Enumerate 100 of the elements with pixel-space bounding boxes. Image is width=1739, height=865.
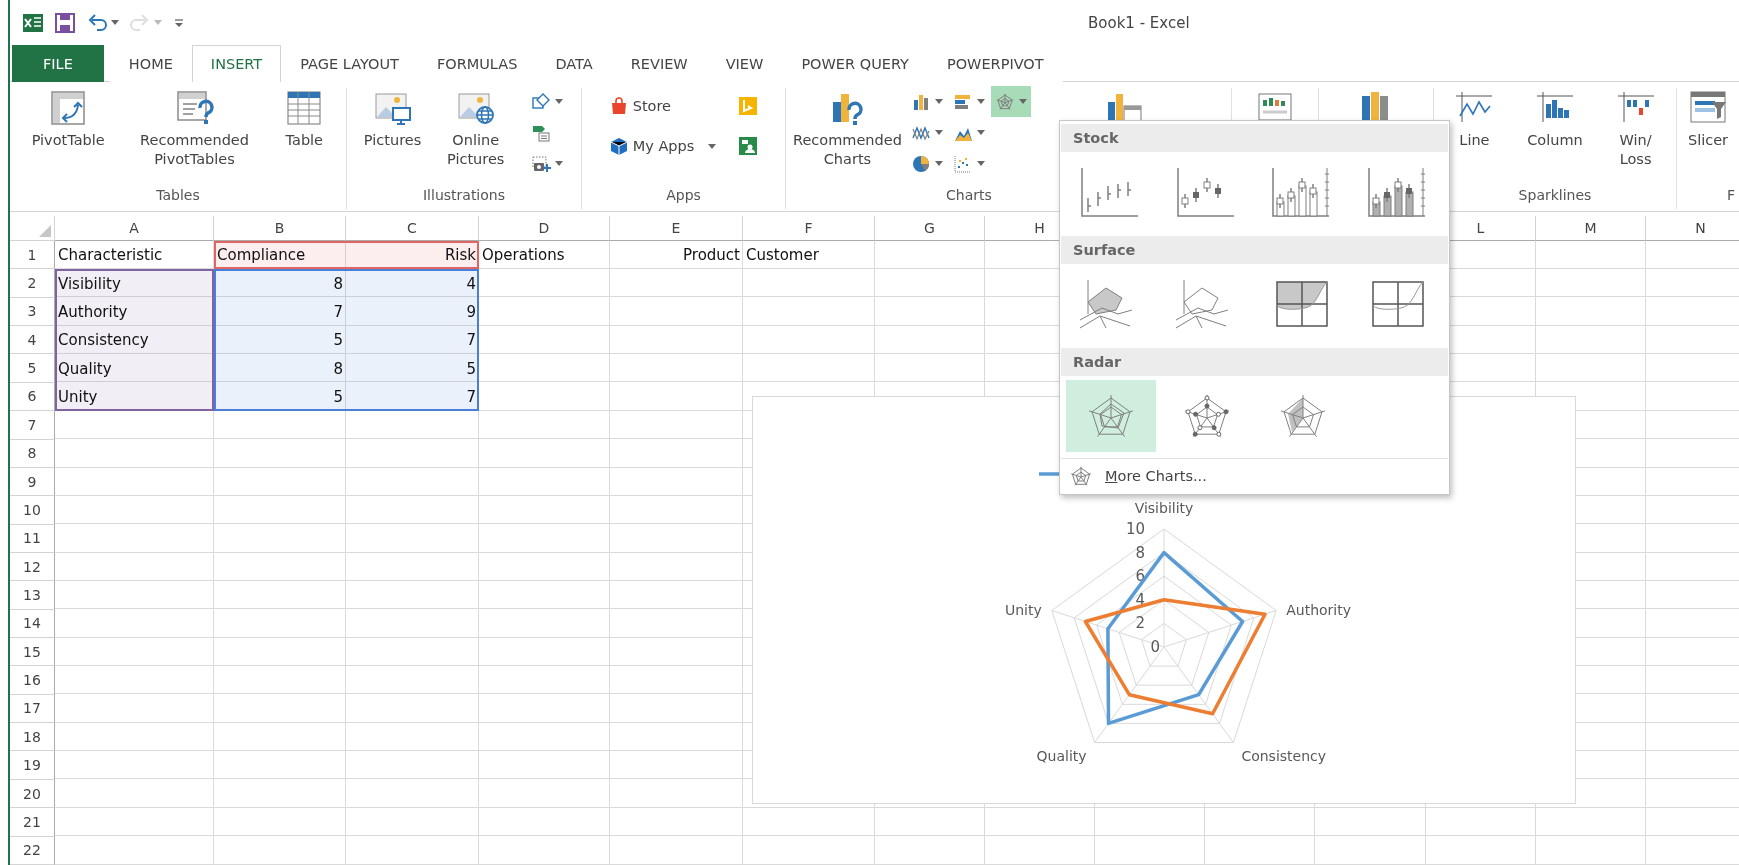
chart-type-option[interactable] [1066,380,1156,452]
ribbon-button[interactable]: Column [1524,88,1586,150]
table-cell[interactable]: 4 [346,269,479,298]
ribbon-tab[interactable]: INSERT [191,45,282,82]
row-header[interactable]: 14 [10,609,55,639]
column-header[interactable]: C [346,216,479,241]
table-cell[interactable]: 7 [214,297,346,327]
row-header[interactable]: 19 [10,751,55,780]
ribbon-button[interactable]: Recommended PivotTables [137,88,252,169]
table-cell[interactable]: 7 [346,382,479,412]
table-cell[interactable]: Operations [479,241,610,270]
tick-label: 0 [1150,638,1160,656]
ribbon-button[interactable]: Recommended Charts [790,88,905,169]
axis-label: Unity [1005,601,1042,618]
group-label: Illustrations [423,187,505,203]
window-title: Book1 - Excel [1088,13,1190,32]
table-cell[interactable]: Customer [743,241,875,270]
quick-access-button[interactable] [86,11,119,34]
group-label: Apps [666,187,701,203]
row-header[interactable]: 13 [10,581,55,610]
table-cell[interactable]: 9 [346,297,479,327]
row-header[interactable]: 7 [10,411,55,440]
row-header[interactable]: 12 [10,552,55,582]
column-header[interactable]: G [875,216,985,241]
axis-label: Visibility [1134,500,1194,516]
quick-access-button[interactable] [54,11,76,34]
table-cell[interactable]: Risk [346,241,479,270]
row-header[interactable]: 1 [10,241,55,270]
ribbon-button[interactable]: Online Pictures [444,88,508,169]
table-cell[interactable]: Product [610,241,743,270]
ribbon-button[interactable]: Win/ Loss [1612,88,1659,169]
tick-label: 8 [1135,543,1145,562]
table-cell[interactable]: 8 [214,354,346,383]
section-header: Radar [1061,348,1448,376]
ribbon-button[interactable]: Line [1451,88,1498,150]
table-cell[interactable]: Compliance [214,241,346,270]
group-label: Tables [156,187,200,203]
table-cell[interactable]: Consistency [55,326,214,355]
column-header[interactable]: B [214,216,346,241]
table-cell[interactable]: Authority [55,297,214,327]
ribbon-button[interactable]: PivotTable [28,88,108,150]
section-header: Surface [1061,236,1448,264]
row-header[interactable]: 10 [10,496,55,525]
ribbon-button[interactable] [990,86,1031,117]
table-cell[interactable]: 5 [346,354,479,383]
row-header[interactable]: 21 [10,808,55,837]
row-header[interactable]: 15 [10,638,55,667]
group-label: Sparklines [1518,187,1592,203]
ribbon-button[interactable]: Table [281,88,328,150]
tick-label: 4 [1135,590,1145,609]
row-header[interactable]: 8 [10,439,55,468]
axis-label: Authority [1286,601,1351,618]
tick-label: 2 [1135,614,1145,633]
undo-icon [86,11,108,34]
row-header[interactable]: 9 [10,467,55,497]
ribbon-button[interactable]: Pictures [360,88,425,150]
ribbon-button[interactable]: Store [604,86,721,126]
row-header[interactable]: 16 [10,666,55,695]
row-header[interactable]: 11 [10,524,55,553]
tick-label: 6 [1135,567,1145,586]
row-header[interactable]: 18 [10,723,55,752]
column-header[interactable]: M [1536,216,1646,241]
axis-label: Consistency [1241,747,1327,764]
table-cell[interactable]: 5 [214,326,346,355]
ribbon-button[interactable]: My Apps [604,126,721,166]
group-label: F [1726,187,1735,203]
ribbon-tab[interactable]: FILE [12,45,104,82]
b-tile-icon [738,96,759,116]
row-header[interactable]: 22 [10,836,55,865]
column-header[interactable]: D [479,216,610,241]
row-header[interactable]: 4 [10,326,55,355]
save-icon [54,11,76,34]
table-cell[interactable]: 5 [214,382,346,412]
column-header[interactable]: E [610,216,743,241]
section-header: Stock [1061,124,1448,152]
axis-label: Quality [1036,747,1087,764]
shapes-icon [531,91,552,112]
redo-icon [129,11,151,34]
row-header[interactable]: 17 [10,694,55,724]
table-cell[interactable]: 7 [346,326,479,355]
pie-chart-icon [910,153,931,174]
row-header[interactable]: 20 [10,779,55,809]
table-cell[interactable]: Characteristic [55,241,214,270]
ribbon-button[interactable]: Slicer [1684,88,1732,150]
radar-chart-icon [994,91,1015,112]
table-cell[interactable]: Unity [55,382,214,412]
people-tile-icon [738,136,759,156]
table-cell[interactable]: Visibility [55,269,214,298]
row-header[interactable]: 2 [10,269,55,298]
cube-icon [608,136,629,156]
column-header[interactable]: A [55,216,214,241]
screenshot-icon [531,153,552,174]
row-header[interactable]: 3 [10,297,55,327]
table-cell[interactable]: Quality [55,354,214,383]
column-header[interactable]: F [743,216,875,241]
table-cell[interactable]: 8 [214,269,346,298]
quick-access-button[interactable] [22,11,44,34]
row-header[interactable]: 6 [10,382,55,412]
radar-chart-icon [1069,464,1093,488]
row-header[interactable]: 5 [10,354,55,383]
